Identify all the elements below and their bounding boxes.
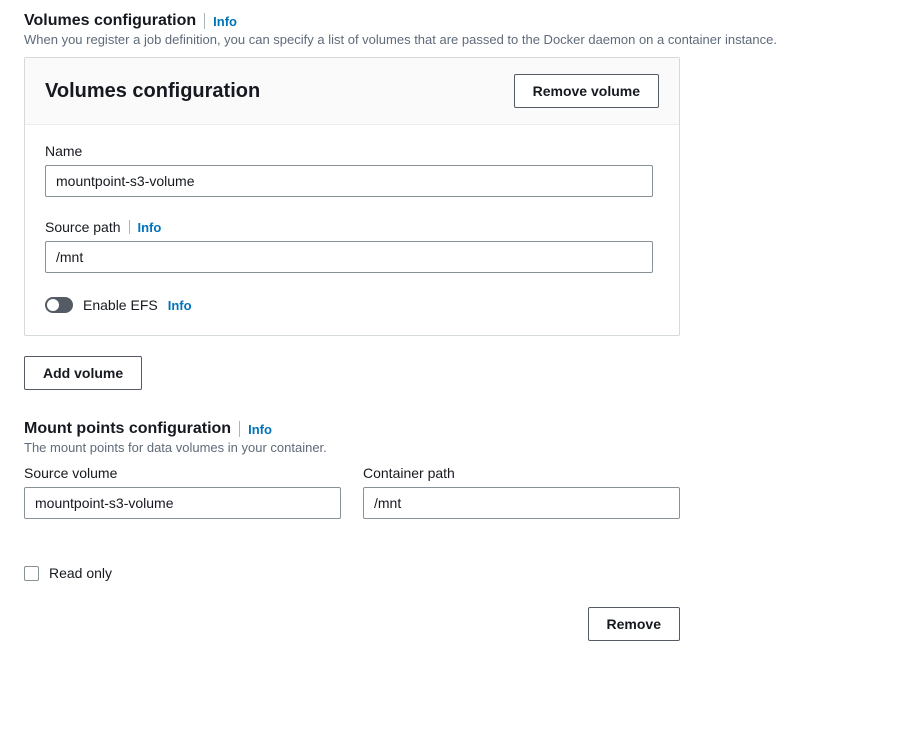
enable-efs-row: Enable EFS Info <box>45 297 659 313</box>
volume-panel-header: Volumes configuration Remove volume <box>25 58 679 125</box>
volume-source-path-field: Source path Info <box>45 219 659 273</box>
mount-info-link[interactable]: Info <box>248 422 272 437</box>
volume-name-label: Name <box>45 143 82 159</box>
divider <box>204 13 205 29</box>
volumes-info-link[interactable]: Info <box>213 14 237 29</box>
volume-panel-title: Volumes configuration <box>45 80 260 103</box>
read-only-row: Read only <box>24 565 680 581</box>
remove-mount-button[interactable]: Remove <box>588 607 680 641</box>
volume-source-path-input[interactable] <box>45 241 653 273</box>
divider <box>129 220 130 234</box>
mount-title: Mount points configuration <box>24 420 231 438</box>
source-volume-field: Source volume <box>24 465 341 519</box>
volume-panel: Volumes configuration Remove volume Name… <box>24 57 680 336</box>
enable-efs-info-link[interactable]: Info <box>168 298 192 313</box>
read-only-label: Read only <box>49 565 112 581</box>
source-volume-label: Source volume <box>24 465 341 481</box>
mount-section-heading: Mount points configuration Info <box>24 420 680 438</box>
remove-volume-button[interactable]: Remove volume <box>514 74 659 108</box>
source-path-info-link[interactable]: Info <box>138 220 162 235</box>
mount-fields-row: Source volume Container path <box>24 465 680 519</box>
toggle-knob-icon <box>47 299 59 311</box>
volumes-section-heading: Volumes configuration Info <box>24 12 882 30</box>
container-path-input[interactable] <box>363 487 680 519</box>
source-volume-input[interactable] <box>24 487 341 519</box>
enable-efs-label: Enable EFS <box>83 297 158 313</box>
container-path-label: Container path <box>363 465 680 481</box>
volume-source-path-label: Source path <box>45 219 121 235</box>
add-volume-button[interactable]: Add volume <box>24 356 142 390</box>
volumes-description: When you register a job definition, you … <box>24 32 882 47</box>
mount-description: The mount points for data volumes in you… <box>24 440 680 455</box>
volume-name-field: Name <box>45 143 659 197</box>
container-path-field: Container path <box>363 465 680 519</box>
enable-efs-toggle[interactable] <box>45 297 73 313</box>
read-only-checkbox[interactable] <box>24 566 39 581</box>
volumes-title: Volumes configuration <box>24 12 196 30</box>
volume-panel-body: Name Source path Info Enable EFS Info <box>25 125 679 335</box>
volume-name-input[interactable] <box>45 165 653 197</box>
divider <box>239 421 240 437</box>
